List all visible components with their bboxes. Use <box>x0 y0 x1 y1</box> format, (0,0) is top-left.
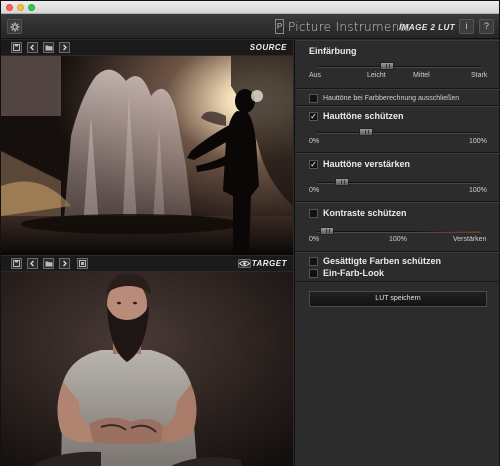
hauttoene-schuetzen-slider[interactable] <box>317 128 481 136</box>
kontraste-schuetzen-slider[interactable] <box>317 227 481 235</box>
zoom-window-button[interactable] <box>28 4 35 11</box>
einfaerbung-slider[interactable] <box>317 62 481 70</box>
kontraste-schuetzen-checkbox[interactable] <box>309 209 318 218</box>
folder-icon <box>45 45 52 51</box>
export-icon <box>79 260 86 267</box>
info-button[interactable]: i <box>459 19 474 34</box>
source-save-button[interactable] <box>11 42 22 53</box>
window-titlebar <box>1 1 499 14</box>
source-photo <box>1 56 293 255</box>
hauttoene-verstaerken-section: ✓ Hauttöne verstärken 0% 100% <box>295 153 500 202</box>
target-toolbar: TARGET <box>1 256 293 271</box>
target-image <box>1 272 293 466</box>
app-header: P Picture Instruments - IMAGE 2 LUT i ? <box>1 14 499 39</box>
kontraste-schuetzen-min: 0% <box>309 236 320 243</box>
ein-farb-look-label: Ein-Farb-Look <box>323 268 384 278</box>
app-logo-icon: P <box>275 19 284 34</box>
hauttoene-ausschliessen-label: Hauttöne bei Farbberechnung ausschließen <box>323 95 460 102</box>
source-next-button[interactable] <box>59 42 70 53</box>
help-button[interactable]: ? <box>479 19 494 34</box>
target-photo <box>1 272 293 466</box>
hauttoene-verstaerken-label: Hauttöne verstärken <box>323 159 411 169</box>
chevron-right-icon <box>63 44 67 51</box>
target-open-folder-button[interactable] <box>43 258 54 269</box>
ein-farb-look-checkbox[interactable] <box>309 269 318 278</box>
source-image <box>1 56 293 255</box>
lut-save-button[interactable]: LUT speichern <box>309 291 487 307</box>
settings-panel: Einfärbung Aus Leicht Mittel Stark Hautt… <box>294 40 500 466</box>
hauttoene-schuetzen-label: Hauttöne schützen <box>323 111 404 121</box>
kontraste-schuetzen-mid: 100% <box>389 236 407 243</box>
target-label: TARGET <box>251 259 287 268</box>
gear-icon <box>10 22 19 32</box>
einfaerbung-section: Einfärbung Aus Leicht Mittel Stark <box>295 40 500 89</box>
hauttoene-schuetzen-slider-knob[interactable] <box>359 128 373 136</box>
hauttoene-schuetzen-min: 0% <box>309 138 320 145</box>
save-icon <box>13 44 20 51</box>
hauttoene-ausschliessen-section: Hauttöne bei Farbberechnung ausschließen <box>295 89 500 106</box>
gesaettigte-farben-label: Gesättigte Farben schützen <box>323 256 442 266</box>
hauttoene-verstaerken-slider[interactable] <box>317 178 481 186</box>
einfaerbung-label-leicht: Leicht <box>367 72 386 79</box>
hauttoene-verstaerken-slider-knob[interactable] <box>335 178 349 186</box>
app-title-text: Picture Instruments <box>288 20 412 34</box>
source-toolbar: SOURCE <box>1 40 293 55</box>
target-next-button[interactable] <box>59 258 70 269</box>
minimize-window-button[interactable] <box>17 4 24 11</box>
hauttoene-schuetzen-section: ✓ Hauttöne schützen 0% 100% <box>295 106 500 153</box>
kontraste-schuetzen-max: Verstärken <box>453 236 487 243</box>
chevron-left-icon <box>30 260 34 267</box>
chevron-left-icon <box>30 44 34 51</box>
hauttoene-verstaerken-max: 100% <box>469 187 487 194</box>
target-save-button[interactable] <box>11 258 22 269</box>
save-icon <box>13 260 20 267</box>
einfaerbung-label-aus: Aus <box>309 72 322 79</box>
kontraste-schuetzen-slider-knob[interactable] <box>320 227 334 235</box>
eye-icon <box>239 260 250 267</box>
hauttoene-ausschliessen-checkbox[interactable] <box>309 94 318 103</box>
settings-button[interactable] <box>7 19 22 34</box>
gesaettigte-farben-checkbox[interactable] <box>309 257 318 266</box>
kontraste-schuetzen-label: Kontraste schützen <box>323 208 407 218</box>
folder-icon <box>45 261 52 267</box>
close-window-button[interactable] <box>6 4 13 11</box>
einfaerbung-label-stark: Stark <box>471 72 488 79</box>
source-label: SOURCE <box>249 43 287 52</box>
chevron-right-icon <box>63 260 67 267</box>
app-subtitle: IMAGE 2 LUT <box>399 23 456 32</box>
app-window: P Picture Instruments - IMAGE 2 LUT i ? … <box>0 0 500 466</box>
hauttoene-verstaerken-min: 0% <box>309 187 320 194</box>
source-open-folder-button[interactable] <box>43 42 54 53</box>
einfaerbung-slider-knob[interactable] <box>380 62 394 70</box>
hauttoene-verstaerken-checkbox[interactable]: ✓ <box>309 160 318 169</box>
preview-toggle-button[interactable] <box>238 259 251 268</box>
target-export-button[interactable] <box>77 258 88 269</box>
source-prev-button[interactable] <box>27 42 38 53</box>
hauttoene-schuetzen-max: 100% <box>469 138 487 145</box>
extra-options-section: Gesättigte Farben schützen Ein-Farb-Look <box>295 252 500 282</box>
einfaerbung-label-mittel: Mittel <box>413 72 430 79</box>
kontraste-schuetzen-section: Kontraste schützen 0% 100% Verstärken <box>295 202 500 252</box>
target-prev-button[interactable] <box>27 258 38 269</box>
einfaerbung-title: Einfärbung <box>309 46 357 56</box>
hauttoene-schuetzen-checkbox[interactable]: ✓ <box>309 112 318 121</box>
